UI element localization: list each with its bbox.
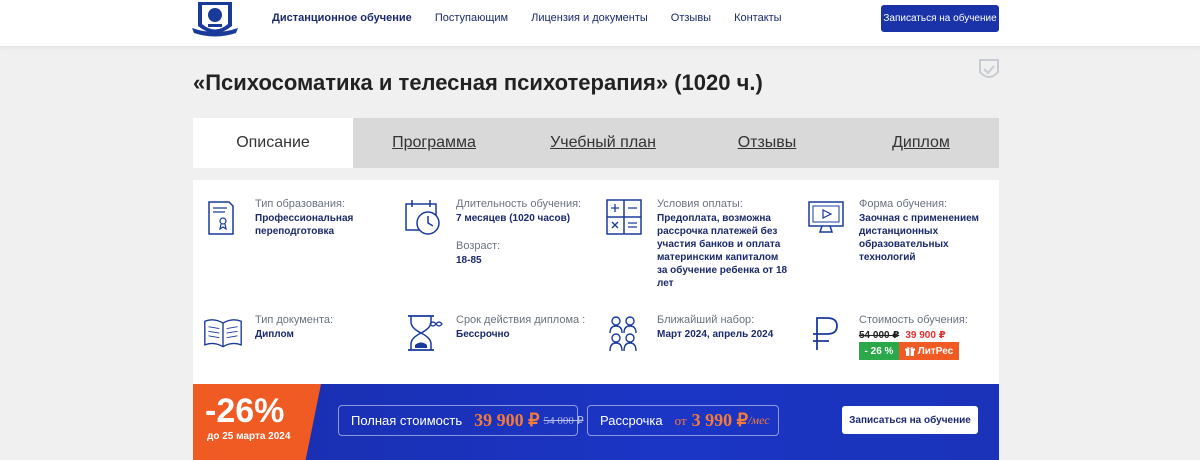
age-label: Возраст:: [456, 240, 501, 252]
tab-program[interactable]: Программа: [353, 118, 515, 168]
value: Предоплата, возможна рассрочка платежей …: [657, 213, 788, 289]
label: Ближайший набор:: [657, 314, 755, 326]
label: Стоимость обучения:: [859, 314, 968, 326]
promo-banner: -26% до 25 марта 2024 Полная стоимость 3…: [193, 384, 999, 460]
value: Март 2024, апрель 2024: [657, 329, 774, 340]
value: Диплом: [255, 329, 294, 340]
hourglass-infinity-icon: [408, 315, 443, 351]
tab-description[interactable]: Описание: [193, 118, 353, 168]
course-tabs: Описание Программа Учебный план Отзывы Д…: [193, 118, 999, 168]
installment-from: от: [674, 412, 687, 428]
installment-label: Рассрочка: [600, 413, 663, 428]
full-cost-pill: Полная стоимость 39 900 ₽ 54 000 ₽: [338, 405, 584, 436]
enroll-button-promo[interactable]: Записаться на обучение: [842, 406, 978, 434]
tab-reviews[interactable]: Отзывы: [691, 118, 843, 168]
nav-reviews[interactable]: Отзывы: [671, 12, 711, 24]
label: Срок действия диплома :: [456, 314, 586, 326]
full-cost-old-price: 54 000 ₽: [543, 415, 584, 427]
price-row: 54 000 ₽ 39 900 ₽: [859, 329, 946, 342]
installment-pill: Рассрочка от 3 990 ₽/мес: [587, 405, 779, 436]
age-value: 18-85: [456, 255, 482, 266]
label: Форма обучения:: [859, 198, 948, 210]
value: 7 месяцев (1020 часов): [456, 213, 571, 224]
new-price: 39 900 ₽: [905, 330, 946, 341]
page-title: «Психосоматика и телесная психотерапия» …: [193, 70, 763, 95]
promo-discount: -26%: [205, 392, 285, 430]
enroll-button-header[interactable]: Записаться на обучение: [881, 5, 999, 32]
people-group-icon: [609, 316, 637, 352]
value: Заочная с применением дистанционных обра…: [859, 213, 979, 263]
university-logo-icon[interactable]: [190, 0, 240, 40]
installment-unit: /мес: [748, 413, 770, 427]
label: Тип документа:: [255, 314, 334, 326]
promo-until-date: до 25 марта 2024: [207, 431, 291, 442]
nav-license-documents[interactable]: Лицензия и документы: [531, 12, 648, 24]
nav-applicants[interactable]: Поступающим: [435, 12, 508, 24]
gift-badge[interactable]: ЛитРес: [899, 342, 959, 360]
value: Профессиональная переподготовка: [255, 213, 354, 237]
tab-curriculum[interactable]: Учебный план: [515, 118, 691, 168]
label: Условия оплаты:: [657, 198, 743, 210]
full-cost-price: 39 900 ₽: [474, 410, 540, 430]
nav-contacts[interactable]: Контакты: [734, 12, 782, 24]
value: Бессрочно: [456, 329, 510, 340]
discount-badge: - 26 %: [859, 342, 899, 360]
open-book-icon: [204, 319, 242, 348]
installment-price: 3 990 ₽: [691, 410, 749, 430]
tab-diploma[interactable]: Диплом: [843, 118, 999, 168]
cost-badges: - 26 % ЛитРес: [859, 342, 959, 360]
main-nav: Дистанционное обучение Поступающим Лицен…: [272, 12, 805, 24]
shield-check-icon: [979, 59, 999, 78]
calendar-clock-icon: [405, 200, 440, 235]
gift-icon: [904, 346, 915, 356]
old-price: 54 000 ₽: [859, 330, 900, 341]
monitor-video-icon: [808, 201, 844, 233]
site-header: Дистанционное обучение Поступающим Лицен…: [0, 0, 1200, 46]
label: Тип образования:: [255, 198, 346, 210]
calculator-icon: [606, 199, 642, 235]
certificate-icon: [208, 201, 234, 235]
full-cost-label: Полная стоимость: [351, 413, 463, 428]
nav-distance-learning[interactable]: Дистанционное обучение: [272, 12, 412, 24]
ruble-icon: [813, 317, 838, 350]
course-info-panel: Тип образования: Профессиональная перепо…: [193, 180, 999, 390]
label: Длительность обучения:: [456, 198, 582, 210]
gift-badge-label: ЛитРес: [917, 345, 954, 357]
